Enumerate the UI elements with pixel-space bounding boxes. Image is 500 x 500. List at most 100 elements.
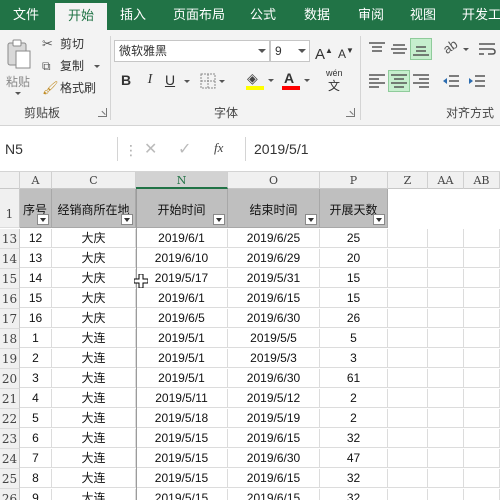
bottom-align-button[interactable] bbox=[410, 38, 432, 60]
cell-seq[interactable]: 7 bbox=[20, 449, 52, 468]
tab-review[interactable]: 审阅 bbox=[348, 0, 394, 30]
filter-dropdown-icon[interactable] bbox=[121, 214, 133, 225]
row-header[interactable]: 23 bbox=[0, 429, 20, 449]
cell-city[interactable]: 大连 bbox=[52, 329, 136, 348]
clipboard-launcher-icon[interactable] bbox=[98, 108, 107, 117]
row-header[interactable]: 25 bbox=[0, 469, 20, 489]
cell-empty[interactable] bbox=[428, 409, 464, 428]
row-header[interactable]: 20 bbox=[0, 369, 20, 389]
tab-developer[interactable]: 开发工 bbox=[452, 0, 500, 30]
filter-dropdown-icon[interactable] bbox=[305, 214, 317, 225]
cell-empty[interactable] bbox=[428, 429, 464, 448]
cell-end[interactable]: 2019/6/30 bbox=[228, 309, 320, 328]
cell-empty[interactable] bbox=[428, 489, 464, 500]
cell-city[interactable]: 大庆 bbox=[52, 309, 136, 328]
formula-input[interactable]: 2019/5/1 bbox=[245, 137, 500, 161]
row-header[interactable]: 26 bbox=[0, 489, 20, 500]
cell-empty[interactable] bbox=[428, 389, 464, 408]
cell-empty[interactable] bbox=[428, 289, 464, 308]
format-painter-button[interactable]: 🖌格式刷 bbox=[42, 78, 96, 98]
cell-start[interactable]: 2019/5/18 bbox=[136, 409, 228, 428]
row-header[interactable]: 13 bbox=[0, 229, 20, 249]
cell-days[interactable]: 15 bbox=[320, 269, 388, 288]
cell-start[interactable]: 2019/6/5 bbox=[136, 309, 228, 328]
font-color-button[interactable]: A bbox=[280, 70, 310, 92]
cell-end[interactable]: 2019/6/25 bbox=[228, 229, 320, 248]
bold-button[interactable]: B bbox=[116, 70, 136, 90]
font-size-combo[interactable]: 9 bbox=[270, 40, 310, 62]
column-header-ab[interactable]: AB bbox=[464, 172, 500, 189]
wrap-text-button[interactable] bbox=[476, 38, 500, 60]
increase-indent-button[interactable] bbox=[466, 70, 490, 92]
cell-city[interactable]: 大连 bbox=[52, 449, 136, 468]
cell-start[interactable]: 2019/5/17 bbox=[136, 269, 228, 288]
cell-city[interactable]: 大连 bbox=[52, 349, 136, 368]
cell-seq[interactable]: 13 bbox=[20, 249, 52, 268]
filter-dropdown-icon[interactable] bbox=[373, 214, 385, 225]
cell-start[interactable]: 2019/6/10 bbox=[136, 249, 228, 268]
column-header-aa[interactable]: AA bbox=[428, 172, 464, 189]
cell-empty[interactable] bbox=[464, 449, 500, 468]
decrease-indent-button[interactable] bbox=[440, 70, 464, 92]
grow-font-button[interactable]: A▲ bbox=[314, 41, 334, 63]
cell-empty[interactable] bbox=[464, 389, 500, 408]
paste-button[interactable]: 粘贴 bbox=[4, 36, 34, 98]
cell-empty[interactable] bbox=[388, 449, 428, 468]
cell-seq[interactable]: 2 bbox=[20, 349, 52, 368]
cell-empty[interactable] bbox=[388, 229, 428, 248]
align-center-button[interactable] bbox=[388, 70, 410, 92]
cell-seq[interactable]: 3 bbox=[20, 369, 52, 388]
cell-empty[interactable] bbox=[428, 269, 464, 288]
cell-empty[interactable] bbox=[464, 369, 500, 388]
cell-end[interactable]: 2019/6/15 bbox=[228, 289, 320, 308]
cell-start[interactable]: 2019/6/1 bbox=[136, 289, 228, 308]
column-header-n[interactable]: N bbox=[136, 172, 228, 189]
cell-empty[interactable] bbox=[388, 389, 428, 408]
row-header[interactable]: 14 bbox=[0, 249, 20, 269]
cell-seq[interactable]: 16 bbox=[20, 309, 52, 328]
row-header[interactable]: 18 bbox=[0, 329, 20, 349]
cell-days[interactable]: 26 bbox=[320, 309, 388, 328]
filter-dropdown-icon[interactable] bbox=[213, 214, 225, 225]
fill-color-button[interactable]: ◈ bbox=[244, 70, 274, 92]
top-align-button[interactable] bbox=[366, 38, 388, 60]
cell-empty[interactable] bbox=[388, 249, 428, 268]
cell-start[interactable]: 2019/5/15 bbox=[136, 489, 228, 500]
middle-align-button[interactable] bbox=[388, 38, 410, 60]
cell-start[interactable]: 2019/6/1 bbox=[136, 229, 228, 248]
cell-start[interactable]: 2019/5/15 bbox=[136, 449, 228, 468]
cell-seq[interactable]: 9 bbox=[20, 489, 52, 500]
cell-end[interactable]: 2019/5/3 bbox=[228, 349, 320, 368]
cell-city[interactable]: 大庆 bbox=[52, 249, 136, 268]
cell-empty[interactable] bbox=[388, 409, 428, 428]
cell-days[interactable]: 61 bbox=[320, 369, 388, 388]
cell-start[interactable]: 2019/5/1 bbox=[136, 349, 228, 368]
cell-seq[interactable]: 14 bbox=[20, 269, 52, 288]
cell-empty[interactable] bbox=[428, 229, 464, 248]
cell-seq[interactable]: 4 bbox=[20, 389, 52, 408]
cell-end[interactable]: 2019/6/29 bbox=[228, 249, 320, 268]
name-box[interactable]: N5 bbox=[0, 137, 118, 161]
cell-end[interactable]: 2019/6/15 bbox=[228, 429, 320, 448]
cell-days[interactable]: 32 bbox=[320, 429, 388, 448]
cell-days[interactable]: 32 bbox=[320, 469, 388, 488]
cell-days[interactable]: 20 bbox=[320, 249, 388, 268]
select-all-corner[interactable] bbox=[0, 172, 20, 189]
tab-file[interactable]: 文件 bbox=[0, 0, 52, 30]
filter-dropdown-icon[interactable] bbox=[37, 214, 49, 225]
cell-empty[interactable] bbox=[464, 469, 500, 488]
column-header-a[interactable]: A bbox=[20, 172, 52, 189]
cell-empty[interactable] bbox=[428, 309, 464, 328]
row-header[interactable]: 19 bbox=[0, 349, 20, 369]
tab-data[interactable]: 数据 bbox=[292, 0, 342, 30]
header-cell-seq[interactable]: 序号 bbox=[20, 189, 52, 228]
borders-button[interactable] bbox=[198, 71, 226, 91]
row-header[interactable]: 15 bbox=[0, 269, 20, 289]
cell-empty[interactable] bbox=[428, 329, 464, 348]
italic-button[interactable]: I bbox=[140, 70, 160, 90]
cell-end[interactable]: 2019/6/15 bbox=[228, 489, 320, 500]
cell-empty[interactable] bbox=[388, 269, 428, 288]
copy-button[interactable]: ⧉ 复制 bbox=[42, 56, 100, 76]
phonetic-button[interactable]: wén 文 bbox=[322, 68, 352, 94]
cell-empty[interactable] bbox=[464, 269, 500, 288]
